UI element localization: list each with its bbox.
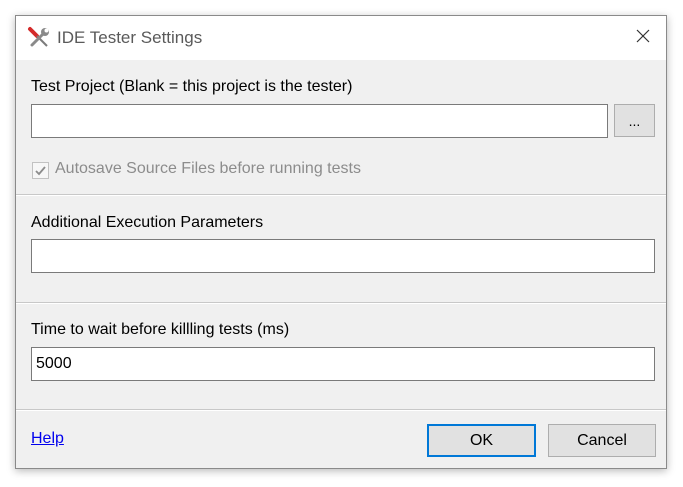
wait-time-label: Time to wait before killling tests (ms): [31, 321, 290, 338]
autosave-checkbox[interactable]: [32, 162, 49, 179]
window-title: IDE Tester Settings: [57, 28, 203, 47]
wrench-screwdriver-icon: [27, 26, 51, 50]
close-icon: [635, 28, 651, 49]
separator: [16, 409, 666, 411]
wait-time-input[interactable]: [31, 347, 655, 381]
browse-button[interactable]: ...: [614, 104, 655, 137]
help-link[interactable]: Help: [31, 430, 64, 448]
autosave-label: Autosave Source Files before running tes…: [55, 160, 361, 177]
test-project-label: Test Project (Blank = this project is th…: [31, 78, 353, 95]
separator: [16, 194, 666, 196]
execution-params-label: Additional Execution Parameters: [31, 214, 264, 231]
settings-dialog: IDE Tester Settings Test Project (Blank …: [15, 15, 667, 469]
separator: [16, 302, 666, 304]
checkmark-icon: [35, 166, 46, 176]
ok-button[interactable]: OK: [427, 424, 536, 457]
execution-params-input[interactable]: [31, 239, 655, 273]
close-button[interactable]: [620, 16, 666, 60]
cancel-button[interactable]: Cancel: [548, 424, 656, 457]
test-project-input[interactable]: [31, 104, 608, 138]
title-bar: IDE Tester Settings: [16, 16, 666, 60]
